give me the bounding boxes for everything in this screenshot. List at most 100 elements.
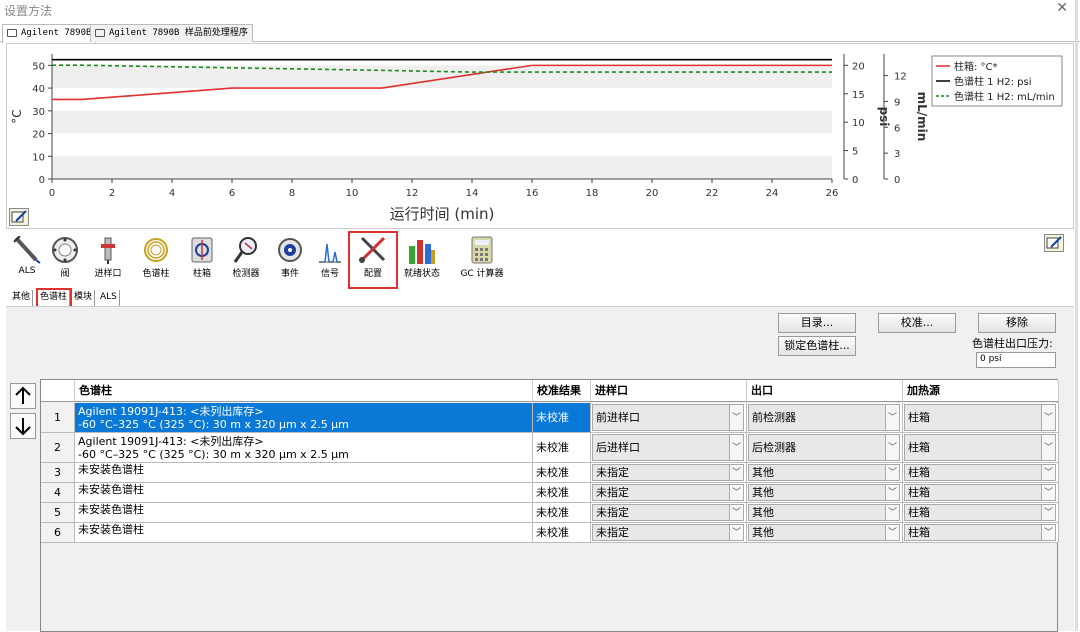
method-chart: 01020304050°C05101520psi036912mL/min0 2 4 6… bbox=[10, 54, 1063, 223]
toolbar-signal[interactable]: 信号 bbox=[314, 236, 346, 279]
flow-tick-label: 9 bbox=[894, 97, 900, 108]
subtab-column[interactable]: 色谱柱 bbox=[35, 288, 73, 308]
heat-source-select[interactable]: 柱箱 ﹀ bbox=[904, 484, 1056, 501]
chart-grid-band bbox=[52, 65, 832, 89]
heat-source-select[interactable]: 柱箱 ﹀ bbox=[904, 404, 1056, 431]
outlet-cell: 其他 ﹀ bbox=[747, 463, 903, 483]
x-tick-label: 18 bbox=[586, 188, 599, 199]
chevron-down-icon: ﹀ bbox=[885, 505, 899, 520]
tab-sample-prep[interactable]: Agilent 7890B 样品前处理程序 bbox=[90, 24, 253, 42]
calibration-cell: 未校准 bbox=[533, 483, 591, 503]
table-header-column: 色谱柱 bbox=[75, 380, 533, 402]
instrument-icon bbox=[95, 29, 105, 37]
x-tick-label: 6 bbox=[229, 188, 235, 199]
table-row[interactable]: 6 未安装色谱柱 未校准 未指定 ﹀ 其他 ﹀ 柱箱 ﹀ bbox=[41, 523, 1059, 543]
chevron-down-icon: ﹀ bbox=[729, 465, 743, 480]
column-name-cell[interactable]: 未安装色谱柱 bbox=[75, 503, 533, 523]
outlet-select[interactable]: 其他 ﹀ bbox=[748, 524, 900, 541]
heat-source-select[interactable]: 柱箱 ﹀ bbox=[904, 524, 1056, 541]
lock-column-button[interactable]: 锁定色谱柱... bbox=[778, 336, 856, 356]
toolbar-als[interactable]: ALS bbox=[10, 236, 44, 276]
catalog-button[interactable]: 目录... bbox=[778, 313, 856, 333]
move-up-button[interactable] bbox=[10, 383, 36, 409]
toolbar-label: 阀 bbox=[60, 269, 70, 279]
heat-source-select[interactable]: 柱箱 ﹀ bbox=[904, 504, 1056, 521]
inlet-select[interactable]: 未指定 ﹀ bbox=[592, 524, 744, 541]
close-icon[interactable]: ✕ bbox=[1056, 0, 1068, 16]
column-name-cell[interactable]: 未安装色谱柱 bbox=[75, 463, 533, 483]
toolbar-label: 就绪状态 bbox=[403, 269, 440, 279]
x-tick-label: 14 bbox=[466, 188, 479, 199]
toolbar-inlet[interactable]: 进样口 bbox=[90, 236, 126, 279]
row-number: 5 bbox=[41, 503, 75, 523]
detector-icon bbox=[230, 236, 262, 264]
outlet-pressure-input[interactable]: 0 psi bbox=[976, 352, 1056, 368]
toolbar-ready-state[interactable]: 就绪状态 bbox=[400, 236, 444, 279]
psi-tick-label: 0 bbox=[852, 175, 858, 186]
column-name-cell[interactable]: Agilent 19091J-413: <未列出库存> -60 °C–325 °C… bbox=[75, 403, 533, 433]
window-edge bbox=[1075, 0, 1078, 631]
table-row[interactable]: 4 未安装色谱柱 未校准 未指定 ﹀ 其他 ﹀ 柱箱 ﹀ bbox=[41, 483, 1059, 503]
legend-label: 色谱柱 1 H2: psi bbox=[954, 75, 1032, 88]
move-down-button[interactable] bbox=[10, 413, 36, 439]
y-tick-label: 30 bbox=[32, 107, 45, 118]
column-name-cell[interactable]: 未安装色谱柱 bbox=[75, 483, 533, 503]
table-row[interactable]: 3 未安装色谱柱 未校准 未指定 ﹀ 其他 ﹀ 柱箱 ﹀ bbox=[41, 463, 1059, 483]
inlet-select[interactable]: 未指定 ﹀ bbox=[592, 504, 744, 521]
table-row[interactable]: 5 未安装色谱柱 未校准 未指定 ﹀ 其他 ﹀ 柱箱 ﹀ bbox=[41, 503, 1059, 523]
outlet-value: 其他 bbox=[752, 526, 774, 539]
toolbar-oven[interactable]: 柱箱 bbox=[184, 236, 220, 279]
inlet-value: 未指定 bbox=[596, 526, 629, 539]
calibrate-button[interactable]: 校准... bbox=[878, 313, 956, 333]
toolbar-column[interactable]: 色谱柱 bbox=[136, 236, 176, 279]
heat-source-select[interactable]: 柱箱 ﹀ bbox=[904, 434, 1056, 461]
x-tick-label: 4 bbox=[169, 188, 175, 199]
column-name-cell[interactable]: Agilent 19091J-413: <未列出库存> -60 °C–325 °C… bbox=[75, 433, 533, 463]
inlet-select[interactable]: 后进样口 ﹀ bbox=[592, 434, 744, 461]
toolbar-gc-calculator[interactable]: GC 计算器 bbox=[454, 236, 510, 279]
outlet-select[interactable]: 前检测器 ﹀ bbox=[748, 404, 900, 431]
flow-tick-label: 12 bbox=[894, 72, 907, 83]
outlet-select[interactable]: 其他 ﹀ bbox=[748, 504, 900, 521]
chart-grid-band bbox=[52, 110, 832, 134]
chevron-down-icon: ﹀ bbox=[885, 405, 899, 430]
subtab-als[interactable]: ALS bbox=[98, 290, 120, 306]
heat-source-cell: 柱箱 ﹀ bbox=[903, 503, 1059, 523]
inlet-select[interactable]: 未指定 ﹀ bbox=[592, 484, 744, 501]
edit-chart-icon[interactable] bbox=[9, 208, 29, 226]
table-row[interactable]: 1 Agilent 19091J-413: <未列出库存> -60 °C–325 °… bbox=[41, 403, 1059, 433]
row-number: 2 bbox=[41, 433, 75, 463]
inlet-cell: 未指定 ﹀ bbox=[591, 463, 747, 483]
y-tick-label: 10 bbox=[32, 152, 45, 163]
outlet-select[interactable]: 其他 ﹀ bbox=[748, 464, 900, 481]
outlet-select[interactable]: 后检测器 ﹀ bbox=[748, 434, 900, 461]
column-model: 未安装色谱柱 bbox=[78, 483, 144, 496]
inlet-select[interactable]: 前进样口 ﹀ bbox=[592, 404, 744, 431]
toolbar-valve[interactable]: 阀 bbox=[48, 236, 82, 279]
outlet-value: 前检测器 bbox=[752, 411, 796, 424]
subtab-other[interactable]: 其他 bbox=[10, 290, 34, 306]
edit-config-icon[interactable] bbox=[1044, 234, 1064, 252]
outlet-select[interactable]: 其他 ﹀ bbox=[748, 484, 900, 501]
outlet-cell: 前检测器 ﹀ bbox=[747, 403, 903, 433]
x-tick-label: 16 bbox=[526, 188, 539, 199]
remove-button[interactable]: 移除 bbox=[978, 313, 1056, 333]
toolbar-label: 进样口 bbox=[94, 269, 122, 279]
chevron-down-icon: ﹀ bbox=[885, 465, 899, 480]
column-name-cell[interactable]: 未安装色谱柱 bbox=[75, 523, 533, 543]
inlet-value: 未指定 bbox=[596, 466, 629, 479]
legend-label: 色谱柱 1 H2: mL/min bbox=[954, 90, 1055, 103]
heat-source-select[interactable]: 柱箱 ﹀ bbox=[904, 464, 1056, 481]
toolbar-events[interactable]: 事件 bbox=[274, 236, 306, 279]
toolbar-detector[interactable]: 检测器 bbox=[228, 236, 264, 279]
inlet-cell: 未指定 ﹀ bbox=[591, 483, 747, 503]
toolbar-config[interactable]: 配置 bbox=[348, 231, 398, 289]
tab-agilent-7890b[interactable]: Agilent 7890B bbox=[2, 24, 97, 43]
toolbar-label: 柱箱 bbox=[192, 269, 211, 279]
window-title: 设置方法 bbox=[4, 4, 53, 18]
subtab-module[interactable]: 模块 bbox=[72, 290, 96, 306]
table-row[interactable]: 2 Agilent 19091J-413: <未列出库存> -60 °C–325 °… bbox=[41, 433, 1059, 463]
outlet-cell: 后检测器 ﹀ bbox=[747, 433, 903, 463]
inlet-select[interactable]: 未指定 ﹀ bbox=[592, 464, 744, 481]
y-tick-label: 20 bbox=[32, 130, 45, 141]
